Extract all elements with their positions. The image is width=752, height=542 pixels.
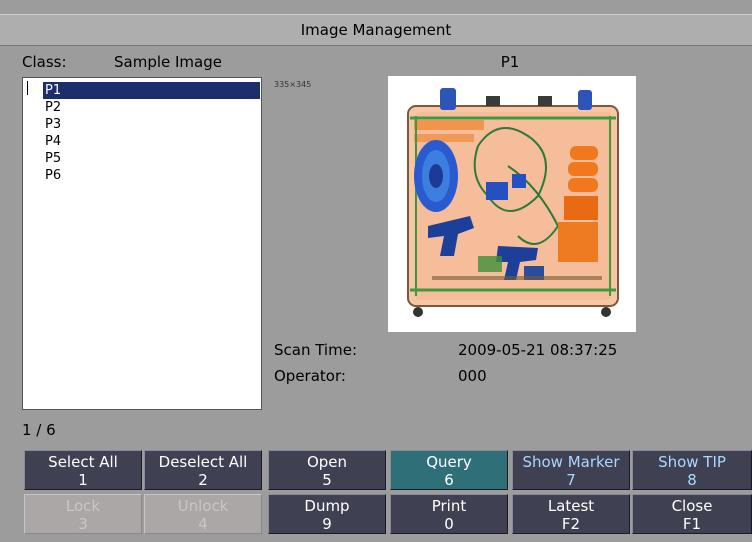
print-button[interactable]: Print 0: [390, 494, 508, 534]
lock-button[interactable]: Lock 3: [24, 494, 142, 534]
button-key: 0: [444, 515, 454, 533]
list-item[interactable]: P1: [43, 82, 260, 99]
button-key: 6: [444, 471, 454, 489]
button-label: Latest: [547, 497, 595, 515]
scan-time-label: Scan Time:: [274, 341, 357, 359]
button-label: Close: [671, 497, 713, 515]
button-label: Print: [431, 497, 467, 515]
list-item[interactable]: P4: [43, 133, 260, 150]
button-key: F1: [682, 515, 702, 533]
text-cursor: [27, 81, 28, 95]
list-item[interactable]: P5: [43, 150, 260, 167]
button-key: 2: [198, 471, 208, 489]
image-list[interactable]: P1 P2 P3 P4 P5 P6: [22, 77, 262, 410]
latest-button[interactable]: Latest F2: [512, 494, 630, 534]
xray-baggage-image: [407, 88, 619, 317]
button-label: Deselect All: [158, 453, 248, 471]
show-marker-button[interactable]: Show Marker 7: [512, 450, 630, 490]
xray-image-preview: [388, 76, 636, 332]
button-key: 9: [322, 515, 332, 533]
button-label: Unlock: [177, 497, 229, 515]
select-all-button[interactable]: Select All 1: [24, 450, 142, 490]
button-label: Lock: [65, 497, 101, 515]
button-key: 4: [198, 515, 208, 533]
operator-label: Operator:: [274, 367, 346, 385]
button-label: Query: [426, 453, 472, 471]
image-dimensions: 335×345: [274, 80, 312, 89]
deselect-all-button[interactable]: Deselect All 2: [144, 450, 262, 490]
button-label: Show Marker: [522, 453, 620, 471]
button-label: Open: [306, 453, 348, 471]
list-item[interactable]: P6: [43, 167, 260, 184]
button-label: Select All: [48, 453, 118, 471]
button-label: Dump: [304, 497, 350, 515]
button-key: 7: [566, 471, 576, 489]
button-key: 1: [78, 471, 88, 489]
button-key: 8: [687, 471, 697, 489]
dump-button[interactable]: Dump 9: [268, 494, 386, 534]
button-key: 3: [78, 515, 88, 533]
close-button[interactable]: Close F1: [632, 494, 752, 534]
list-item[interactable]: P3: [43, 116, 260, 133]
button-key: F2: [561, 515, 581, 533]
open-button[interactable]: Open 5: [268, 450, 386, 490]
unlock-button[interactable]: Unlock 4: [144, 494, 262, 534]
list-item[interactable]: P2: [43, 99, 260, 116]
scan-time-value: 2009-05-21 08:37:25: [458, 341, 618, 359]
image-title: P1: [500, 53, 520, 71]
operator-value: 000: [458, 367, 487, 385]
window-title: Image Management: [0, 14, 752, 46]
show-tip-button[interactable]: Show TIP 8: [632, 450, 752, 490]
button-key: 5: [322, 471, 332, 489]
class-value: Sample Image: [114, 53, 222, 71]
page-counter: 1 / 6: [22, 421, 56, 439]
button-label: Show TIP: [658, 453, 726, 471]
class-label: Class:: [22, 53, 67, 71]
query-button[interactable]: Query 6: [390, 450, 508, 490]
